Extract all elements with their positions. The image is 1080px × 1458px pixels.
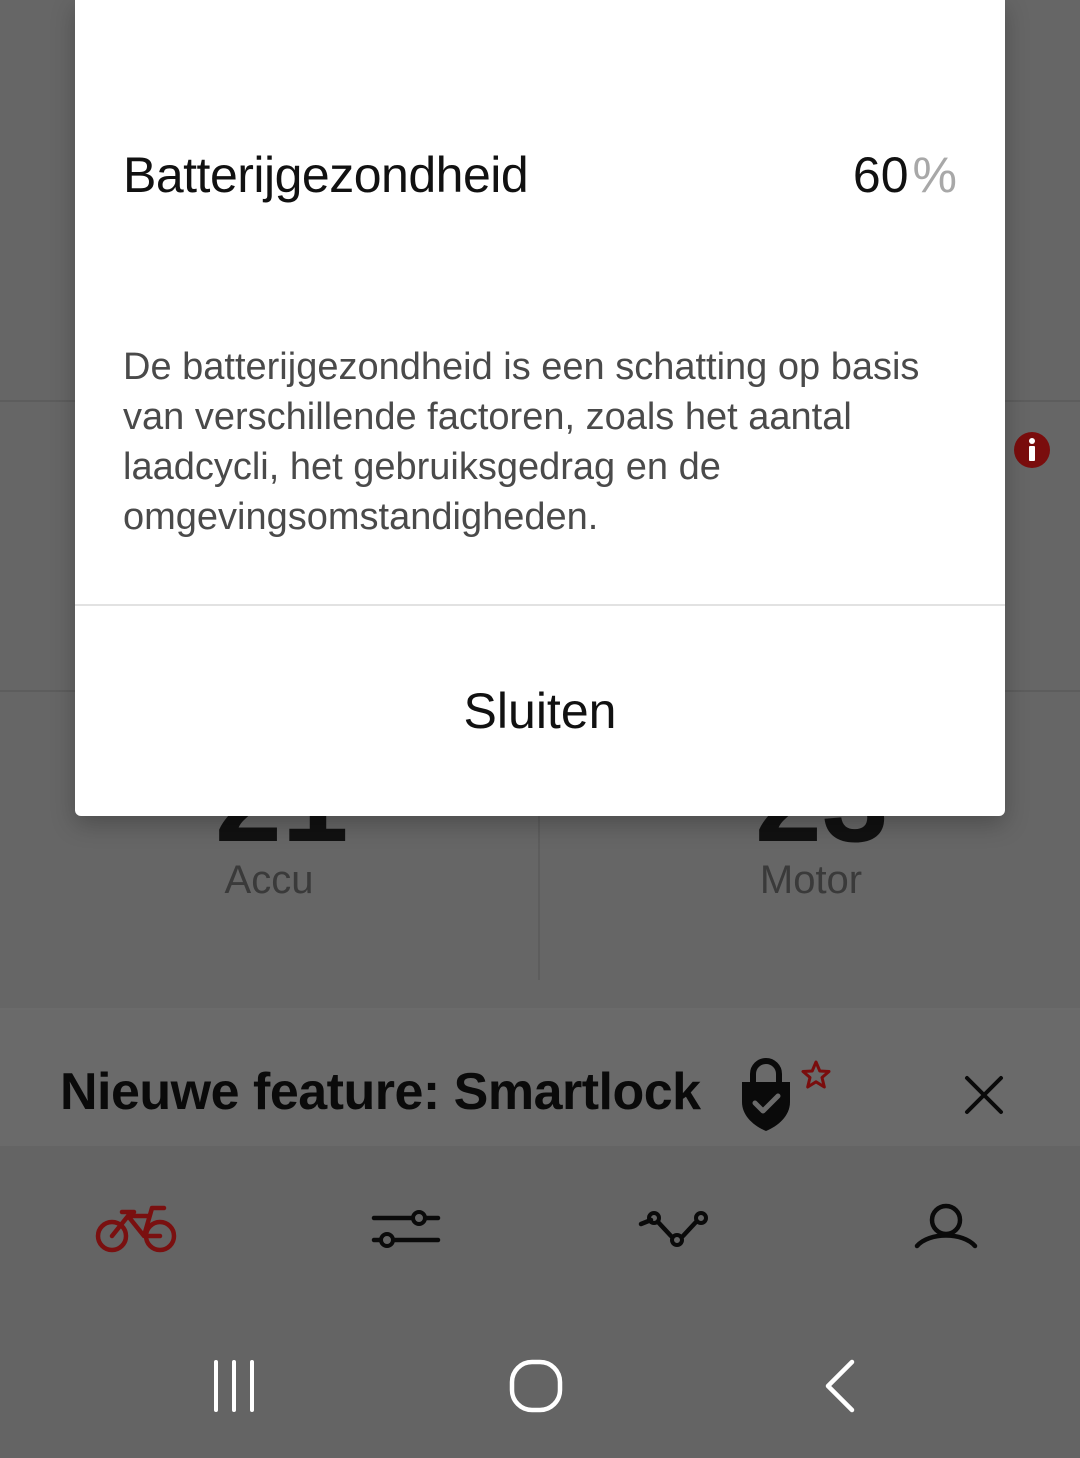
shield-lock-icon xyxy=(742,1058,790,1131)
bike-icon[interactable] xyxy=(92,1198,182,1258)
battery-health-number: 60 xyxy=(852,147,909,203)
recents-icon[interactable] xyxy=(204,1356,264,1416)
battery-health-unit: % xyxy=(912,147,957,203)
home-icon[interactable] xyxy=(506,1356,566,1416)
dialog-description: De batterijgezondheid is een schatting o… xyxy=(123,346,920,538)
info-icon[interactable] xyxy=(1013,431,1051,469)
trend-icon[interactable] xyxy=(631,1198,721,1258)
sliders-icon[interactable] xyxy=(362,1198,452,1258)
battery-health-dialog: Batterijgezondheid 60% De batterijgezond… xyxy=(75,0,1005,816)
banner-text: Nieuwe feature: Smartlock xyxy=(60,1063,701,1121)
back-icon[interactable] xyxy=(808,1356,868,1416)
motor-stat-label: Motor xyxy=(759,858,863,902)
close-button[interactable]: Sluiten xyxy=(75,606,1005,816)
profile-icon[interactable] xyxy=(901,1198,991,1258)
star-icon xyxy=(801,1060,831,1089)
close-icon[interactable] xyxy=(962,1073,1006,1117)
dialog-title: Batterijgezondheid xyxy=(123,147,529,203)
accu-stat-label: Accu xyxy=(224,858,314,902)
battery-health-value: 60% xyxy=(853,146,957,204)
